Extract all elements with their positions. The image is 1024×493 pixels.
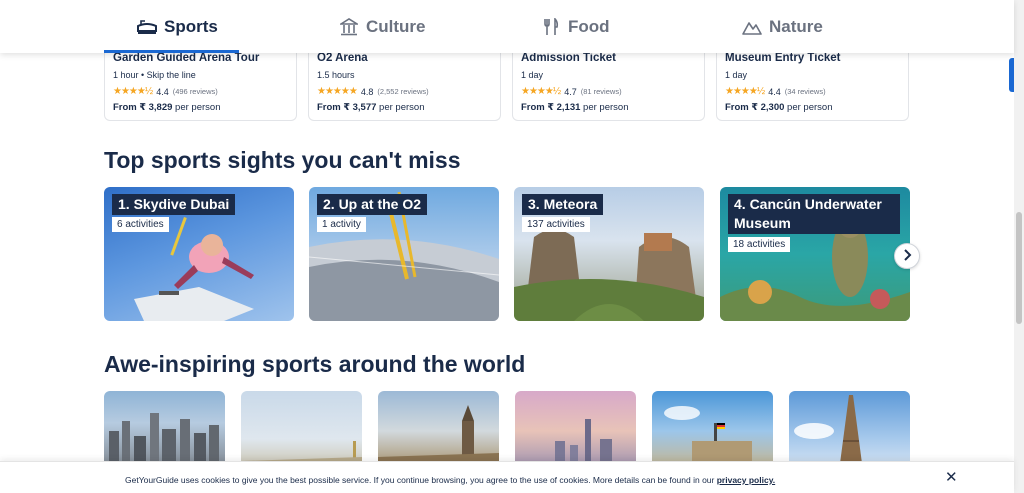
world-tile[interactable] xyxy=(104,391,225,471)
sight-activity-count: 1 activity xyxy=(317,217,366,232)
price-value: From ₹ 2,300 xyxy=(725,102,785,113)
activity-price: From ₹ 2,131 per person xyxy=(521,102,696,113)
sight-label: 2. Up at the O2 xyxy=(317,194,428,215)
price-unit: per person xyxy=(376,102,425,113)
sights-section-title: Top sports sights you can't miss xyxy=(104,147,461,173)
activity-meta: 1.5 hours xyxy=(317,70,355,80)
star-rating-icon: ★★★★½ xyxy=(521,86,561,97)
review-count: (81 reviews) xyxy=(580,87,622,96)
price-unit: per person xyxy=(580,102,629,113)
world-tile[interactable] xyxy=(241,391,362,471)
activity-title: O2 Arena xyxy=(317,52,368,64)
tab-food-label: Food xyxy=(568,16,610,36)
sight-card-cancun-underwater-museum[interactable]: 4. Cancún Underwater Museum 18 activitie… xyxy=(720,187,910,321)
review-count: (34 reviews) xyxy=(784,87,826,96)
close-icon[interactable]: ✕ xyxy=(945,468,958,486)
world-tile[interactable] xyxy=(652,391,773,471)
sight-label: 3. Meteora xyxy=(522,194,604,215)
activity-title: Museum Entry Ticket xyxy=(725,52,841,64)
activity-card[interactable]: Admission Ticket 1 day ★★★★½ 4.7 (81 rev… xyxy=(512,44,705,121)
world-section-title: Awe-inspiring sports around the world xyxy=(104,351,526,377)
activity-rating: ★★★★★ 4.8 (2,552 reviews) xyxy=(317,86,492,97)
price-value: From ₹ 3,829 xyxy=(113,102,173,113)
sight-activity-count: 18 activities xyxy=(728,237,791,252)
world-tile[interactable] xyxy=(515,391,636,471)
world-tile[interactable] xyxy=(789,391,910,471)
cookie-message: GetYourGuide uses cookies to give you th… xyxy=(125,475,717,485)
page-scrollbar[interactable] xyxy=(1014,0,1024,493)
cookie-text: GetYourGuide uses cookies to give you th… xyxy=(125,475,775,485)
mountain-icon xyxy=(742,17,762,37)
stadium-icon xyxy=(137,17,157,37)
scrollbar-thumb[interactable] xyxy=(1016,212,1022,324)
tab-sports-label: Sports xyxy=(164,16,218,36)
star-rating-icon: ★★★★½ xyxy=(113,86,153,97)
activity-meta: 1 day xyxy=(725,70,748,80)
active-tab-indicator xyxy=(104,50,239,53)
activity-card[interactable]: Museum Entry Ticket 1 day ★★★★½ 4.4 (34 … xyxy=(716,44,909,121)
activity-price: From ₹ 3,577 per person xyxy=(317,102,492,113)
clock-tower-photo xyxy=(378,405,499,471)
review-count: (2,552 reviews) xyxy=(377,87,429,96)
sight-card-skydive-dubai[interactable]: 1. Skydive Dubai 6 activities xyxy=(104,187,294,321)
activity-meta: 1 hour • Skip the line xyxy=(113,70,196,80)
tab-nature[interactable]: Nature xyxy=(742,0,823,53)
city-skyline-photo xyxy=(109,413,219,471)
tab-food[interactable]: Food xyxy=(541,0,610,53)
parliament-photo xyxy=(664,406,752,471)
rating-value: 4.4 xyxy=(156,86,169,97)
star-rating-icon: ★★★★½ xyxy=(725,86,765,97)
price-value: From ₹ 3,577 xyxy=(317,102,377,113)
world-tile[interactable] xyxy=(378,391,499,471)
activity-price: From ₹ 2,300 per person xyxy=(725,102,900,113)
price-value: From ₹ 2,131 xyxy=(521,102,581,113)
utensils-icon xyxy=(541,17,561,37)
rating-value: 4.4 xyxy=(768,86,781,97)
activity-meta: 1 day xyxy=(521,70,544,80)
activity-rating: ★★★★½ 4.7 (81 reviews) xyxy=(521,86,696,97)
sight-activity-count: 137 activities xyxy=(522,217,590,232)
activity-rating: ★★★★½ 4.4 (34 reviews) xyxy=(725,86,900,97)
privacy-policy-link[interactable]: privacy policy. xyxy=(717,475,775,485)
activity-rating: ★★★★½ 4.4 (496 reviews) xyxy=(113,86,288,97)
review-count: (496 reviews) xyxy=(172,87,218,96)
price-unit: per person xyxy=(172,102,221,113)
sight-label: 1. Skydive Dubai xyxy=(112,194,236,215)
sunset-skyline-photo xyxy=(555,419,612,471)
price-unit: per person xyxy=(784,102,833,113)
activity-title: Admission Ticket xyxy=(521,52,617,64)
sight-card-meteora[interactable]: 3. Meteora 137 activities xyxy=(514,187,704,321)
tab-nature-label: Nature xyxy=(769,16,823,36)
cookie-banner: GetYourGuide uses cookies to give you th… xyxy=(0,461,1014,493)
activity-card[interactable]: O2 Arena 1.5 hours ★★★★★ 4.8 (2,552 revi… xyxy=(308,44,501,121)
activity-title: Garden Guided Arena Tour xyxy=(113,52,260,64)
activity-price: From ₹ 3,829 per person xyxy=(113,102,288,113)
stadium-photo xyxy=(241,441,362,471)
activity-card[interactable]: Garden Guided Arena Tour 1 hour • Skip t… xyxy=(104,44,297,121)
tab-sports[interactable]: Sports xyxy=(137,0,218,53)
star-rating-icon: ★★★★★ xyxy=(317,86,358,97)
museum-icon xyxy=(339,17,359,37)
eiffel-tower-photo xyxy=(794,395,863,471)
tab-culture-label: Culture xyxy=(366,16,426,36)
sight-activity-count: 6 activities xyxy=(112,217,169,232)
category-tab-bar: Sports Culture Food Nature xyxy=(0,0,1014,53)
tab-culture[interactable]: Culture xyxy=(339,0,426,53)
carousel-next-button[interactable] xyxy=(894,243,920,269)
rating-value: 4.7 xyxy=(564,86,577,97)
chevron-right-icon xyxy=(902,248,912,264)
sight-card-up-at-the-o2[interactable]: 2. Up at the O2 1 activity xyxy=(309,187,499,321)
rating-value: 4.8 xyxy=(360,86,374,97)
sight-label: 4. Cancún Underwater Museum xyxy=(728,194,900,234)
